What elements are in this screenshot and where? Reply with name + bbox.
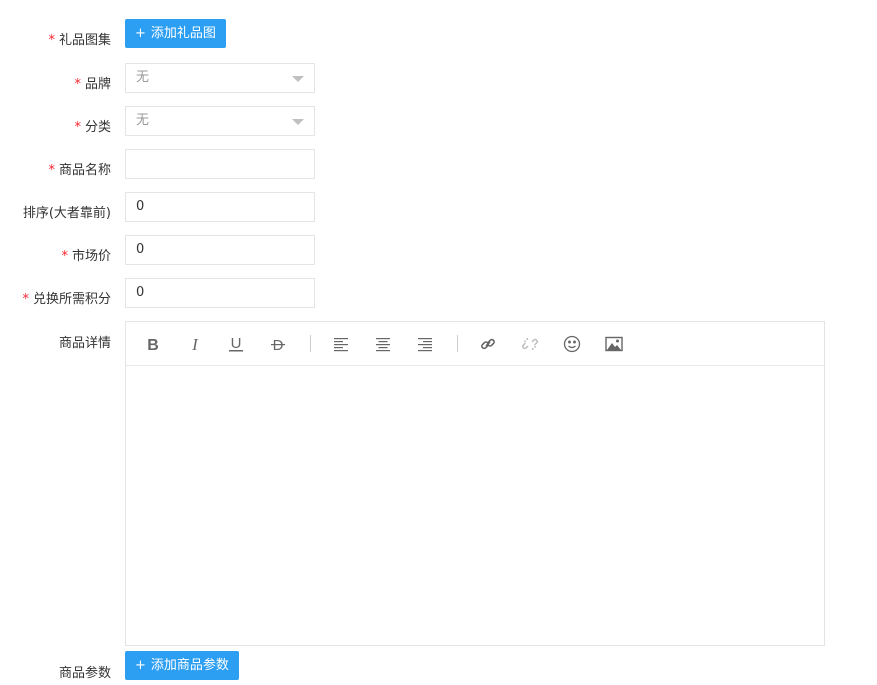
required-mark: * bbox=[74, 77, 81, 92]
sort-input[interactable]: 0 bbox=[125, 192, 315, 222]
svg-text:B: B bbox=[147, 337, 159, 352]
add-gift-image-button[interactable]: + 添加礼品图 bbox=[125, 19, 226, 48]
brand-label: * 品牌 bbox=[74, 77, 111, 92]
toolbar-separator bbox=[310, 335, 311, 352]
align-center-icon[interactable] bbox=[371, 332, 395, 356]
required-mark: * bbox=[48, 163, 55, 178]
points-label: * 兑换所需积分 bbox=[22, 292, 111, 307]
image-icon[interactable] bbox=[602, 332, 626, 356]
required-mark: * bbox=[74, 120, 81, 135]
italic-icon[interactable]: I bbox=[183, 332, 207, 356]
gift-images-label: * 礼品图集 bbox=[48, 33, 111, 48]
underline-icon[interactable]: U bbox=[224, 332, 248, 356]
product-name-input[interactable] bbox=[125, 149, 315, 179]
category-label: * 分类 bbox=[74, 120, 111, 135]
caret-down-icon bbox=[292, 76, 304, 82]
required-mark: * bbox=[48, 33, 55, 48]
svg-text:U: U bbox=[231, 335, 242, 352]
svg-text:I: I bbox=[191, 336, 199, 352]
brand-select[interactable]: 无 bbox=[125, 63, 315, 93]
link-icon[interactable] bbox=[476, 332, 500, 356]
add-product-param-button[interactable]: + 添加商品参数 bbox=[125, 651, 239, 680]
product-name-label: * 商品名称 bbox=[48, 163, 111, 178]
caret-down-icon bbox=[292, 119, 304, 125]
editor-toolbar: B I U D bbox=[126, 322, 824, 366]
align-right-icon[interactable] bbox=[413, 332, 437, 356]
required-mark: * bbox=[61, 249, 68, 264]
bold-icon[interactable]: B bbox=[141, 332, 165, 356]
editor-content-area[interactable] bbox=[126, 366, 824, 645]
plus-icon: + bbox=[135, 658, 146, 673]
points-input[interactable]: 0 bbox=[125, 278, 315, 308]
unlink-icon[interactable] bbox=[518, 332, 542, 356]
toolbar-separator bbox=[457, 335, 458, 352]
strikethrough-icon[interactable]: D bbox=[266, 332, 290, 356]
emoji-icon[interactable] bbox=[560, 332, 584, 356]
rich-text-editor: B I U D bbox=[125, 321, 825, 646]
market-price-input[interactable]: 0 bbox=[125, 235, 315, 265]
market-price-label: * 市场价 bbox=[61, 249, 111, 264]
plus-icon: + bbox=[135, 26, 146, 41]
align-left-icon[interactable] bbox=[329, 332, 353, 356]
sort-label: 排序(大者靠前) bbox=[22, 206, 111, 221]
category-select[interactable]: 无 bbox=[125, 106, 315, 136]
details-label: 商品详情 bbox=[58, 336, 111, 351]
required-mark: * bbox=[22, 292, 29, 307]
params-label: 商品参数 bbox=[58, 666, 111, 681]
